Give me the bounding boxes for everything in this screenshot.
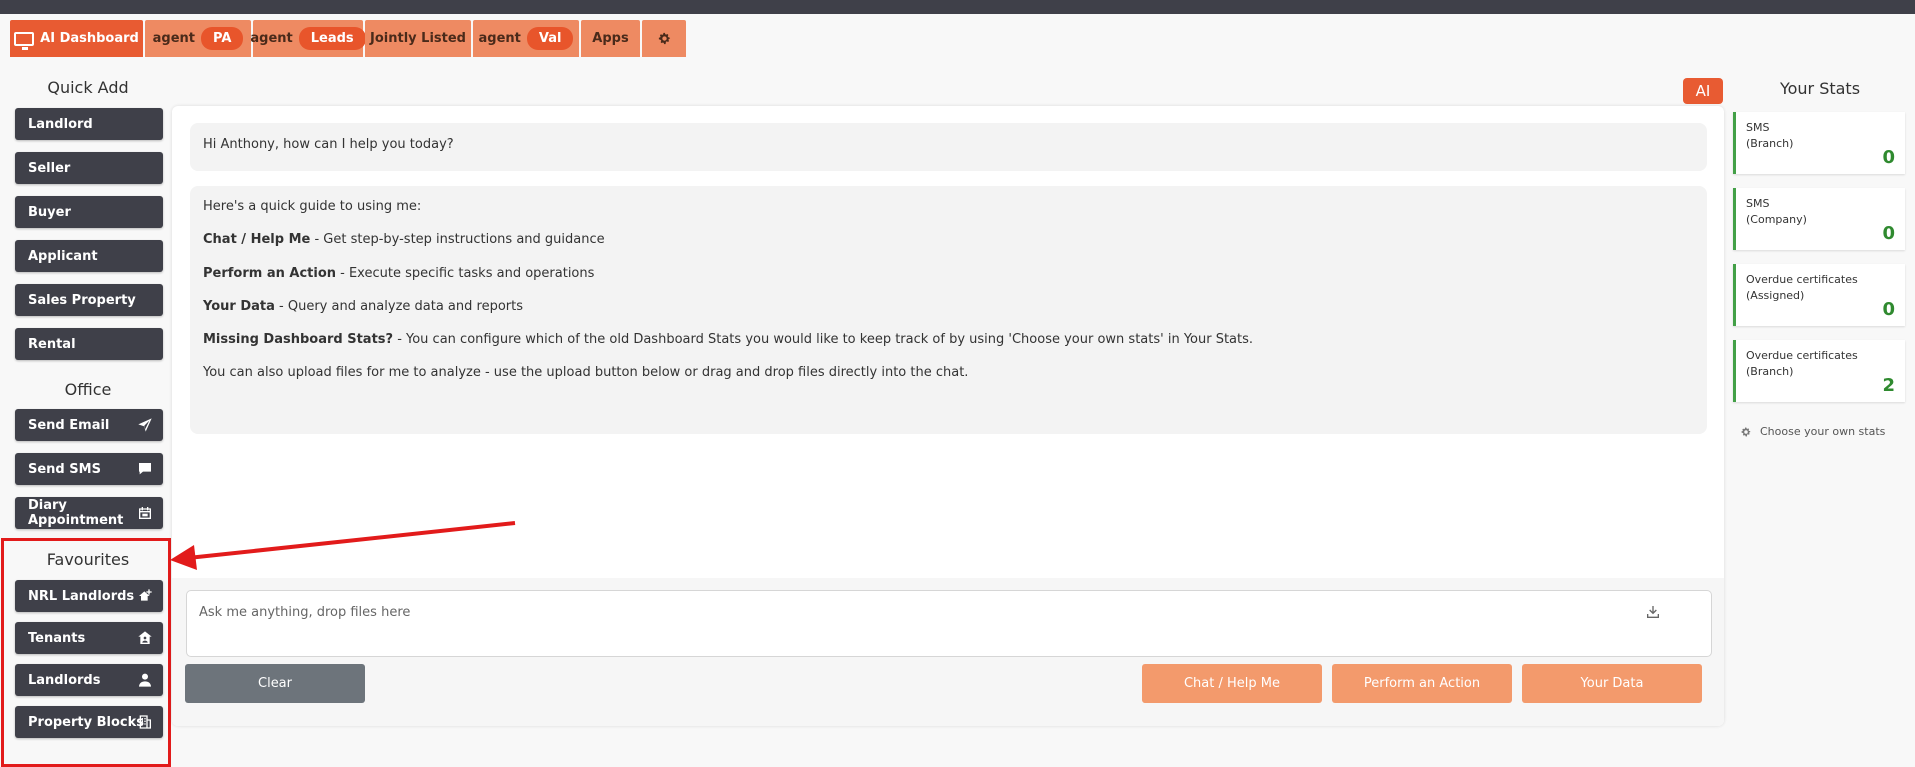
upload-note: You can also upload files for me to anal…	[203, 365, 969, 381]
stat-label: SMS (Branch)	[1746, 121, 1794, 150]
favourites-highlight-box	[1, 538, 171, 767]
stat-card-overdue-certificates-branch[interactable]: Overdue certificates (Branch) 2	[1733, 340, 1905, 402]
upload-download-icon[interactable]	[1645, 604, 1661, 620]
tab-agent-val[interactable]: agent Val	[473, 20, 579, 57]
stat-card-sms-company[interactable]: SMS (Company) 0	[1733, 188, 1905, 250]
tab-label: Apps	[592, 31, 629, 46]
assistant-greeting-message: Hi Anthony, how can I help you today?	[190, 123, 1707, 171]
guide-item: Your Data - Query and analyze data and r…	[203, 298, 1694, 314]
diary-appointment-button[interactable]: Diary Appointment	[15, 497, 163, 529]
stat-value: 0	[1882, 223, 1895, 244]
guide-item-text: - Query and analyze data and reports	[274, 298, 524, 314]
your-data-button[interactable]: Your Data	[1522, 664, 1702, 703]
chat-input-placeholder: Ask me anything, drop files here	[199, 605, 411, 620]
tab-jointly-listed[interactable]: Jointly Listed	[365, 20, 471, 57]
tab-agent-leads[interactable]: agent Leads	[250, 20, 366, 57]
guide-item-text: - Get step-by-step instructions and guid…	[310, 232, 605, 248]
quick-add-landlord-button[interactable]: Landlord	[15, 108, 163, 140]
gear-icon	[1741, 427, 1751, 436]
quick-add-title: Quick Add	[47, 78, 129, 97]
send-sms-button[interactable]: Send SMS	[15, 453, 163, 485]
tab-pill: Leads	[298, 27, 366, 50]
stat-label: Overdue certificates (Assigned)	[1746, 273, 1858, 302]
button-label: Send Email	[28, 417, 110, 433]
quick-add-sales-property-button[interactable]: Sales Property	[15, 284, 163, 316]
tab-label: agent	[250, 31, 293, 46]
button-label: Applicant	[28, 248, 98, 264]
tab-pill: PA	[200, 27, 244, 50]
tab-settings[interactable]	[642, 20, 686, 57]
chat-input[interactable]: Ask me anything, drop files here	[186, 590, 1712, 657]
button-label: Seller	[28, 160, 71, 176]
button-label: Chat / Help Me	[1183, 676, 1280, 691]
send-email-button[interactable]: Send Email	[15, 409, 163, 441]
tab-pill: Val	[526, 27, 574, 50]
button-label: Sales Property	[28, 292, 136, 308]
ai-badge: AI	[1683, 78, 1723, 104]
tab-label: agent	[152, 31, 195, 46]
stat-card-sms-branch[interactable]: SMS (Branch) 0	[1733, 112, 1905, 174]
button-label: Send SMS	[28, 461, 101, 477]
tab-apps[interactable]: Apps	[581, 20, 640, 57]
choose-your-own-stats-link[interactable]: Choose your own stats	[1740, 425, 1885, 438]
guide-item-title: Perform an Action	[203, 265, 337, 281]
perform-action-button[interactable]: Perform an Action	[1332, 664, 1512, 703]
paper-plane-icon	[138, 418, 152, 432]
button-label: Landlord	[28, 116, 93, 132]
tab-label: Jointly Listed	[370, 31, 466, 46]
monitor-icon	[14, 31, 35, 50]
stat-card-overdue-certificates-assigned[interactable]: Overdue certificates (Assigned) 0	[1733, 264, 1905, 326]
stat-label: Overdue certificates (Branch)	[1746, 349, 1858, 378]
choose-stats-label: Choose your own stats	[1760, 425, 1886, 438]
quick-add-buyer-button[interactable]: Buyer	[15, 196, 163, 228]
clear-button[interactable]: Clear	[185, 664, 365, 703]
gear-icon	[658, 32, 670, 45]
tab-agent-pa[interactable]: agent PA	[145, 20, 251, 57]
guide-item-text: - Execute specific tasks and operations	[336, 265, 595, 281]
stat-value: 2	[1882, 375, 1895, 396]
stat-value: 0	[1882, 299, 1895, 320]
guide-item-title: Your Data	[203, 298, 275, 314]
quick-add-applicant-button[interactable]: Applicant	[15, 240, 163, 272]
greeting-text: Hi Anthony, how can I help you today?	[203, 137, 454, 152]
button-label: Perform an Action	[1363, 676, 1481, 691]
guide-item-title: Chat / Help Me	[203, 232, 311, 248]
guide-item: Perform an Action - Execute specific tas…	[203, 265, 1694, 281]
guide-item: Chat / Help Me - Get step-by-step instru…	[203, 233, 1694, 247]
button-label: Clear	[258, 676, 292, 691]
chat-help-me-button[interactable]: Chat / Help Me	[1142, 664, 1322, 703]
tab-label: agent	[478, 31, 521, 46]
stat-value: 0	[1882, 147, 1895, 168]
office-title: Office	[64, 380, 112, 399]
button-label: Rental	[28, 336, 76, 352]
tab-label: AI Dashboard	[40, 31, 139, 46]
button-label: Buyer	[28, 204, 71, 220]
guide-item-title: Missing Dashboard Stats?	[203, 332, 394, 348]
quick-add-seller-button[interactable]: Seller	[15, 152, 163, 184]
speech-bubble-icon	[139, 463, 151, 475]
assistant-guide-message: Here's a quick guide to using me: Chat /…	[190, 186, 1707, 434]
guide-intro: Here's a quick guide to using me:	[203, 199, 422, 214]
stat-label: SMS (Company)	[1746, 197, 1807, 226]
button-label: Your Data	[1580, 676, 1644, 691]
tab-ai-dashboard[interactable]: AI Dashboard	[10, 20, 143, 57]
guide-item: Missing Dashboard Stats? - You can confi…	[203, 333, 1694, 347]
quick-add-rental-button[interactable]: Rental	[15, 328, 163, 360]
calendar-icon	[139, 507, 151, 519]
guide-item-text: - You can configure which of the old Das…	[393, 332, 1254, 348]
your-stats-title: Your Stats	[1779, 79, 1861, 98]
window-top-bar	[0, 0, 1915, 14]
